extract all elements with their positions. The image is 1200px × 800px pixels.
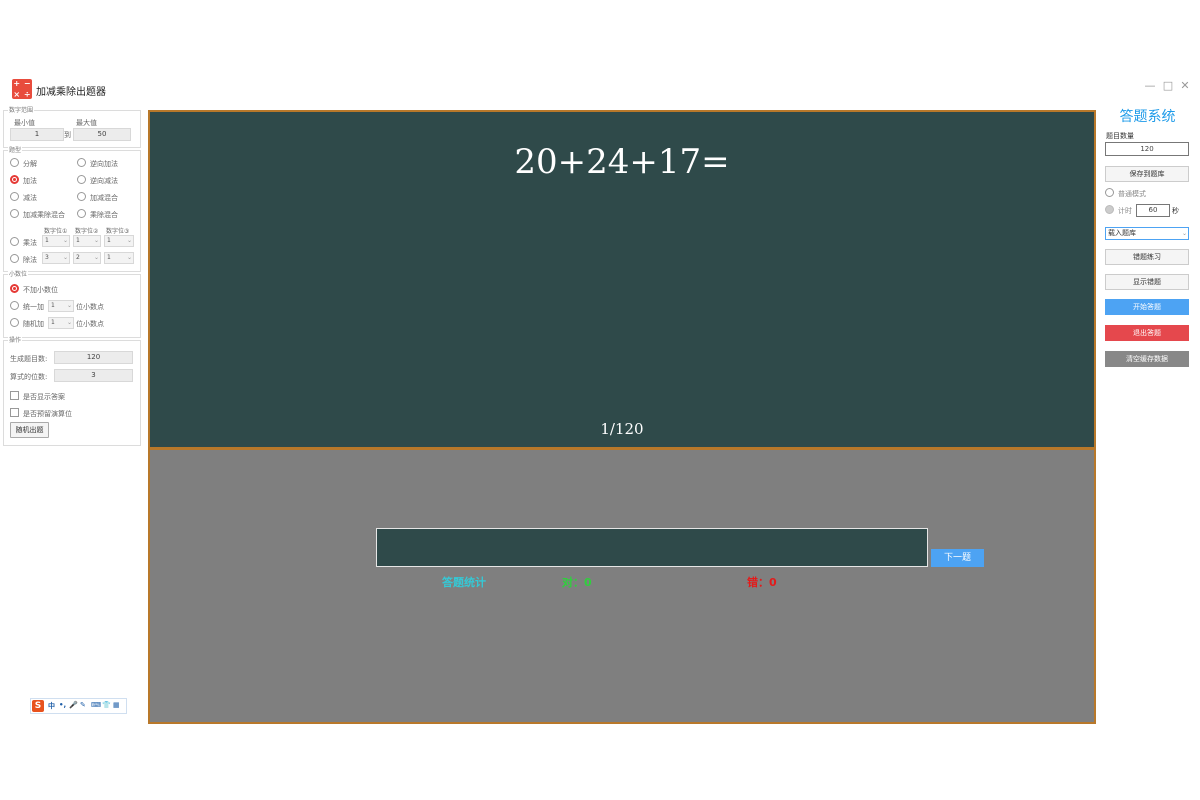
radio-normal-mode[interactable] bbox=[1105, 188, 1114, 197]
question-text: 20+24+17= bbox=[514, 142, 730, 182]
settings-panel: 数字范围 最小值 最大值 1 到 50 题型 分解 逆向加法 加法 逆向减法 减… bbox=[3, 102, 142, 447]
radio-reverse-add[interactable] bbox=[77, 158, 86, 167]
unified-decimal-select[interactable]: 1 ⌄ bbox=[48, 300, 74, 312]
min-value-input[interactable]: 1 bbox=[10, 128, 64, 141]
radio-division[interactable] bbox=[10, 254, 19, 263]
sogou-logo-icon: S bbox=[32, 700, 44, 712]
max-value-input[interactable]: 50 bbox=[73, 128, 131, 141]
question-count-input[interactable]: 120 bbox=[1105, 142, 1189, 156]
divide-digit-2-select[interactable]: 2 ⌄ bbox=[73, 252, 101, 264]
microphone-icon[interactable]: 🎤 bbox=[69, 701, 78, 709]
chevron-down-icon: ⌄ bbox=[66, 319, 72, 326]
multiply-digit-2-select[interactable]: 1 ⌄ bbox=[73, 235, 101, 247]
radio-decompose[interactable] bbox=[10, 158, 19, 167]
exit-answering-button[interactable]: 退出答题 bbox=[1105, 325, 1189, 341]
divide-digit-3-select[interactable]: 1 ⌄ bbox=[104, 252, 134, 264]
radio-timer-mode[interactable] bbox=[1105, 205, 1114, 214]
radio-all-mixed[interactable] bbox=[10, 209, 19, 218]
stats-label: 答题统计 bbox=[442, 576, 486, 589]
timer-seconds-input[interactable]: 60 bbox=[1136, 204, 1170, 217]
quiz-area: 20+24+17= 1/120 下一题 答题统计 对：0 错：0 bbox=[148, 110, 1096, 724]
seconds-unit: 秒 bbox=[1172, 207, 1179, 215]
ime-toolbar[interactable]: S 中 •, 🎤 ✎ ⌨ 👕 ▦ bbox=[30, 698, 127, 714]
reserve-calc-checkbox[interactable] bbox=[10, 408, 19, 417]
close-icon[interactable]: ✕ bbox=[1177, 78, 1193, 94]
chinese-mode-icon[interactable]: 中 bbox=[48, 701, 55, 711]
range-group: 数字范围 最小值 最大值 1 到 50 bbox=[3, 105, 141, 148]
operation-group: 操作 生成题目数: 120 算式的位数: 3 是否显示答案 是否预留演算位 随机… bbox=[3, 335, 141, 446]
toolbox-icon[interactable]: ▦ bbox=[113, 701, 120, 709]
minimize-icon[interactable]: — bbox=[1142, 78, 1158, 94]
chalkboard: 20+24+17= 1/120 bbox=[150, 112, 1094, 450]
question-progress: 1/120 bbox=[600, 420, 644, 438]
chevron-down-icon: ⌄ bbox=[93, 237, 99, 244]
start-answering-button[interactable]: 开始答题 bbox=[1105, 299, 1189, 315]
radio-random-decimal[interactable] bbox=[10, 318, 19, 327]
random-generate-button[interactable]: 随机出题 bbox=[10, 422, 49, 438]
to-label: 到 bbox=[64, 131, 71, 139]
chevron-down-icon: ⌄ bbox=[62, 237, 68, 244]
radio-add-sub-mixed[interactable] bbox=[77, 192, 86, 201]
random-decimal-select[interactable]: 1 ⌄ bbox=[48, 317, 74, 329]
next-question-button[interactable]: 下一题 bbox=[931, 549, 984, 567]
radio-addition[interactable] bbox=[10, 175, 19, 184]
maximize-icon[interactable]: □ bbox=[1160, 78, 1176, 94]
min-label: 最小值 bbox=[14, 119, 35, 127]
save-to-bank-button[interactable]: 保存到题库 bbox=[1105, 166, 1189, 182]
radio-unified-decimal[interactable] bbox=[10, 301, 19, 310]
count-label: 生成题目数: bbox=[10, 355, 48, 363]
question-type-group: 题型 分解 逆向加法 加法 逆向减法 减法 加减混合 加减乘除混合 乘除混合 数… bbox=[3, 145, 141, 272]
correct-count: 对：0 bbox=[562, 576, 592, 589]
wrong-practice-button[interactable]: 错题练习 bbox=[1105, 249, 1189, 265]
wrong-count: 错：0 bbox=[747, 576, 777, 589]
multiply-digit-1-select[interactable]: 1 ⌄ bbox=[42, 235, 70, 247]
panel-title: 答题系统 bbox=[1119, 109, 1176, 125]
count-label: 题目数量 bbox=[1106, 132, 1134, 140]
calculator-app-icon: + − × ÷ bbox=[12, 79, 32, 99]
chevron-down-icon: ⌄ bbox=[1181, 230, 1187, 237]
answer-input[interactable] bbox=[376, 528, 928, 567]
digits-label: 算式的位数: bbox=[10, 373, 48, 381]
handwriting-icon[interactable]: ✎ bbox=[80, 701, 86, 709]
show-answer-checkbox[interactable] bbox=[10, 391, 19, 400]
punctuation-icon[interactable]: •, bbox=[59, 701, 66, 709]
decimal-group: 小数位 不加小数位 统一加 1 ⌄ 位小数点 随机加 1 ⌄ 位小数点 bbox=[3, 269, 141, 338]
clear-cache-button[interactable]: 清空缓存数据 bbox=[1105, 351, 1189, 367]
title-bar: + − × ÷ 加减乘除出题器 — □ ✕ bbox=[0, 76, 1200, 100]
keyboard-icon[interactable]: ⌨ bbox=[91, 701, 101, 709]
radio-subtraction[interactable] bbox=[10, 192, 19, 201]
question-count-input[interactable]: 120 bbox=[54, 351, 133, 364]
radio-multiplication[interactable] bbox=[10, 237, 19, 246]
load-bank-select[interactable]: 载入题库 ⌄ bbox=[1105, 227, 1189, 240]
radio-no-decimal[interactable] bbox=[10, 284, 19, 293]
radio-reverse-subtract[interactable] bbox=[77, 175, 86, 184]
chevron-down-icon: ⌄ bbox=[126, 237, 132, 244]
chevron-down-icon: ⌄ bbox=[93, 254, 99, 261]
max-label: 最大值 bbox=[76, 119, 97, 127]
show-wrong-button[interactable]: 显示错题 bbox=[1105, 274, 1189, 290]
chevron-down-icon: ⌄ bbox=[66, 302, 72, 309]
divide-digit-1-select[interactable]: 3 ⌄ bbox=[42, 252, 70, 264]
chevron-down-icon: ⌄ bbox=[126, 254, 132, 261]
skin-icon[interactable]: 👕 bbox=[102, 701, 111, 709]
answer-system-panel: 答题系统 题目数量 120 保存到题库 普通模式 计时 60 秒 载入题库 ⌄ 错… bbox=[1099, 100, 1200, 400]
window-title: 加减乘除出题器 bbox=[36, 87, 106, 98]
chevron-down-icon: ⌄ bbox=[62, 254, 68, 261]
multiply-digit-3-select[interactable]: 1 ⌄ bbox=[104, 235, 134, 247]
expression-digits-input[interactable]: 3 bbox=[54, 369, 133, 382]
radio-mul-div-mixed[interactable] bbox=[77, 209, 86, 218]
